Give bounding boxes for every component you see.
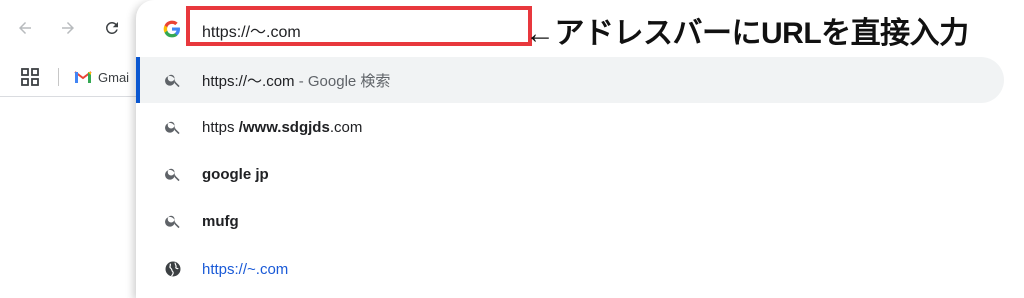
gmail-icon [74, 71, 92, 83]
arrow-left-icon [19, 22, 31, 34]
apps-grid-icon[interactable] [20, 67, 40, 87]
suggestion-text: google jp [202, 165, 269, 183]
forward-button[interactable] [54, 14, 82, 42]
suggestion-item[interactable]: mufg [136, 198, 1004, 244]
selection-indicator [136, 57, 140, 103]
reload-button[interactable] [98, 14, 126, 42]
arrow-right-icon [62, 22, 74, 34]
annotation-highlight-box [186, 6, 532, 46]
bookmark-label: Gmai [98, 69, 130, 85]
search-icon [165, 74, 180, 88]
suggestion-url-text: https://~.com [202, 260, 289, 278]
suggestion-item[interactable]: google jp [136, 151, 1004, 197]
reload-icon [105, 21, 118, 34]
search-icon [165, 215, 180, 229]
suggestion-url[interactable]: https://~.com [136, 246, 1004, 292]
suggestion-search-google[interactable]: https://〜.com - Google 検索 [136, 57, 1004, 103]
bookmark-gmail[interactable]: Gmai [74, 66, 129, 88]
suggestion-item[interactable]: https /www.sdgjds.com [136, 104, 1004, 150]
omnibox-popup: https://〜.com ←アドレスバーにURLを直接入力 https://〜… [136, 0, 1024, 298]
suggestion-text: mufg [202, 212, 239, 230]
annotation-text: ←アドレスバーにURLを直接入力 [525, 17, 969, 50]
back-button[interactable] [11, 14, 39, 42]
suggestion-text: https /www.sdgjds.com [202, 118, 363, 136]
suggestion-text: https://〜.com - Google 検索 [202, 72, 391, 90]
globe-icon [165, 261, 181, 277]
search-icon [165, 121, 180, 135]
search-icon [165, 168, 180, 182]
google-g-icon [163, 20, 180, 38]
bookmark-divider [58, 68, 59, 86]
